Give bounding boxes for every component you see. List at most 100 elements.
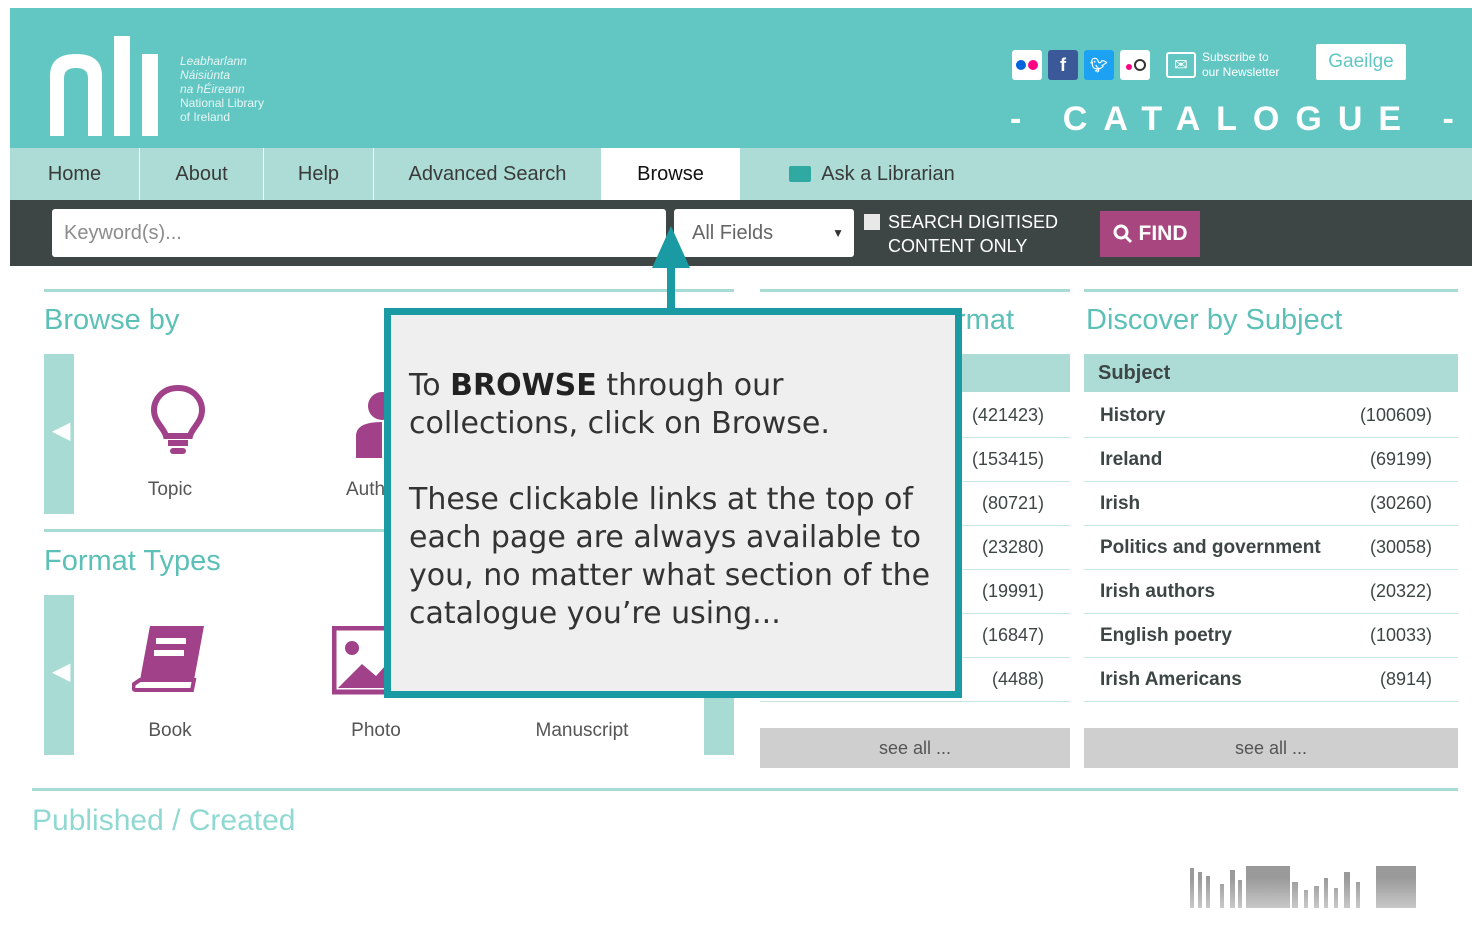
logo-irish-2: Náisiúnta [180, 68, 231, 82]
divider [32, 788, 1458, 791]
field-select[interactable]: All Fields ▼ [674, 209, 854, 257]
mail-icon [789, 166, 812, 182]
browse-prev-button[interactable]: ◀ [44, 354, 74, 514]
tile-book[interactable]: Book [110, 720, 230, 742]
social-links: f 🐦︎ [1012, 50, 1150, 80]
format-count: (421423) [971, 405, 1044, 425]
newsletter-line2: our Newsletter [1202, 65, 1280, 79]
newsletter-link[interactable]: ✉ Subscribe to our Newsletter [1166, 50, 1279, 80]
subject-name[interactable]: English poetry [1100, 625, 1232, 647]
subject-count: (10033) [1369, 625, 1432, 645]
format-panel-title: rmat [956, 304, 1014, 336]
callout-arrow-icon [652, 226, 690, 316]
subject-name[interactable]: Politics and government [1100, 537, 1321, 559]
browse-by-title: Browse by [44, 304, 180, 336]
subject-name[interactable]: History [1100, 405, 1165, 427]
ask-label: Ask a Librarian [821, 162, 955, 185]
logo-irish-3: na hÉireann [180, 82, 245, 96]
chevron-left-icon: ◀ [52, 658, 71, 685]
search-icon [1113, 224, 1132, 244]
format-next-button[interactable] [704, 688, 734, 755]
callout-paragraph-1: To BROWSE through our collections, click… [409, 367, 937, 443]
subject-row[interactable]: Ireland (69199) [1084, 438, 1458, 482]
nav-help[interactable]: Help [264, 148, 374, 200]
subject-table-header: Subject [1084, 354, 1458, 392]
published-created-title: Published / Created [32, 804, 296, 837]
divider [44, 529, 394, 532]
format-count: (16847) [981, 625, 1044, 645]
callout-emphasis: BROWSE [450, 368, 597, 403]
subject-row[interactable]: Irish Americans (8914) [1084, 658, 1458, 702]
catalogue-title: - CATALOGUE - [1010, 100, 1470, 138]
subject-name[interactable]: Ireland [1100, 449, 1162, 471]
photo-icon[interactable] [331, 625, 407, 701]
logo-english-2: of Ireland [180, 110, 231, 124]
keyword-input[interactable]: Keyword(s)... [52, 209, 666, 257]
subject-count: (30058) [1369, 537, 1432, 557]
author-icon[interactable] [356, 388, 396, 463]
subject-count: (30260) [1369, 493, 1432, 513]
subject-name[interactable]: Irish Americans [1100, 669, 1242, 691]
nav-advanced-search[interactable]: Advanced Search [374, 148, 602, 200]
book-icon[interactable] [131, 624, 208, 699]
tile-manuscript[interactable]: Manuscript [522, 720, 642, 742]
format-count: (19991) [981, 581, 1044, 601]
digitised-line1: SEARCH DIGITISED [888, 212, 1059, 232]
field-select-value: All Fields [692, 221, 774, 244]
logo-irish-1: Leabharlann [180, 54, 247, 68]
find-label: FIND [1138, 222, 1188, 245]
subject-row[interactable]: Irish (30260) [1084, 482, 1458, 526]
tile-photo[interactable]: Photo [316, 720, 436, 742]
digitised-only-checkbox[interactable]: SEARCH DIGITISED CONTENT ONLY [864, 210, 1058, 258]
format-count: (153415) [971, 449, 1044, 469]
catalogue-page: Leabharlann Náisiúnta na hÉireann Nation… [10, 8, 1472, 944]
format-count: (23280) [981, 537, 1044, 557]
fade-overlay [10, 878, 1472, 944]
format-count: (4488) [991, 669, 1044, 689]
divider [1084, 289, 1458, 292]
subject-row[interactable]: History (100609) [1084, 394, 1458, 438]
tutorial-callout: To BROWSE through our collections, click… [384, 308, 962, 698]
subject-row[interactable]: Politics and government (30058) [1084, 526, 1458, 570]
chevron-left-icon: ◀ [52, 417, 71, 444]
callout-text: To [409, 368, 451, 403]
logo-text: Leabharlann Náisiúnta na hÉireann Nation… [180, 54, 264, 124]
divider [44, 289, 734, 292]
envelope-icon: ✉ [1166, 52, 1196, 78]
flickr-alt-icon[interactable] [1120, 50, 1150, 80]
subject-name[interactable]: Irish authors [1100, 581, 1215, 603]
site-header: Leabharlann Náisiúnta na hÉireann Nation… [10, 8, 1472, 148]
digitised-line2: CONTENT ONLY [888, 236, 1028, 256]
subject-row[interactable]: English poetry (10033) [1084, 614, 1458, 658]
logo-english-1: National Library [180, 96, 265, 110]
nav-ask-a-librarian[interactable]: Ask a Librarian [740, 148, 970, 200]
discover-title: Discover by Subject [1086, 304, 1343, 336]
dropdown-caret-icon: ▼ [832, 226, 844, 240]
callout-paragraph-2: These clickable links at the top of each… [409, 482, 931, 631]
search-bar: Keyword(s)... All Fields ▼ SEARCH DIGITI… [10, 200, 1472, 266]
flickr-icon[interactable] [1012, 50, 1042, 80]
nli-logo[interactable] [48, 36, 174, 141]
format-count: (80721) [981, 493, 1044, 513]
facebook-icon[interactable]: f [1048, 50, 1078, 80]
checkbox-box[interactable] [864, 214, 880, 230]
nav-about[interactable]: About [140, 148, 264, 200]
gaeilge-button[interactable]: Gaeilge [1316, 44, 1406, 80]
lightbulb-icon[interactable] [150, 384, 206, 463]
subject-row[interactable]: Irish authors (20322) [1084, 570, 1458, 614]
subject-name[interactable]: Irish [1100, 493, 1140, 515]
format-prev-button[interactable]: ◀ [44, 595, 74, 755]
subject-count: (20322) [1369, 581, 1432, 601]
tile-topic[interactable]: Topic [110, 479, 230, 501]
nav-home[interactable]: Home [10, 148, 140, 200]
subject-count: (100609) [1359, 405, 1432, 425]
newsletter-line1: Subscribe to [1202, 50, 1269, 64]
subject-count: (8914) [1379, 669, 1432, 689]
nav-browse[interactable]: Browse [602, 148, 740, 200]
format-see-all-button[interactable]: see all ... [760, 728, 1070, 768]
subject-see-all-button[interactable]: see all ... [1084, 728, 1458, 768]
twitter-icon[interactable]: 🐦︎ [1084, 50, 1114, 80]
tile-author[interactable]: Auth [346, 479, 385, 501]
subject-count: (69199) [1369, 449, 1432, 469]
find-button[interactable]: FIND [1100, 211, 1200, 257]
